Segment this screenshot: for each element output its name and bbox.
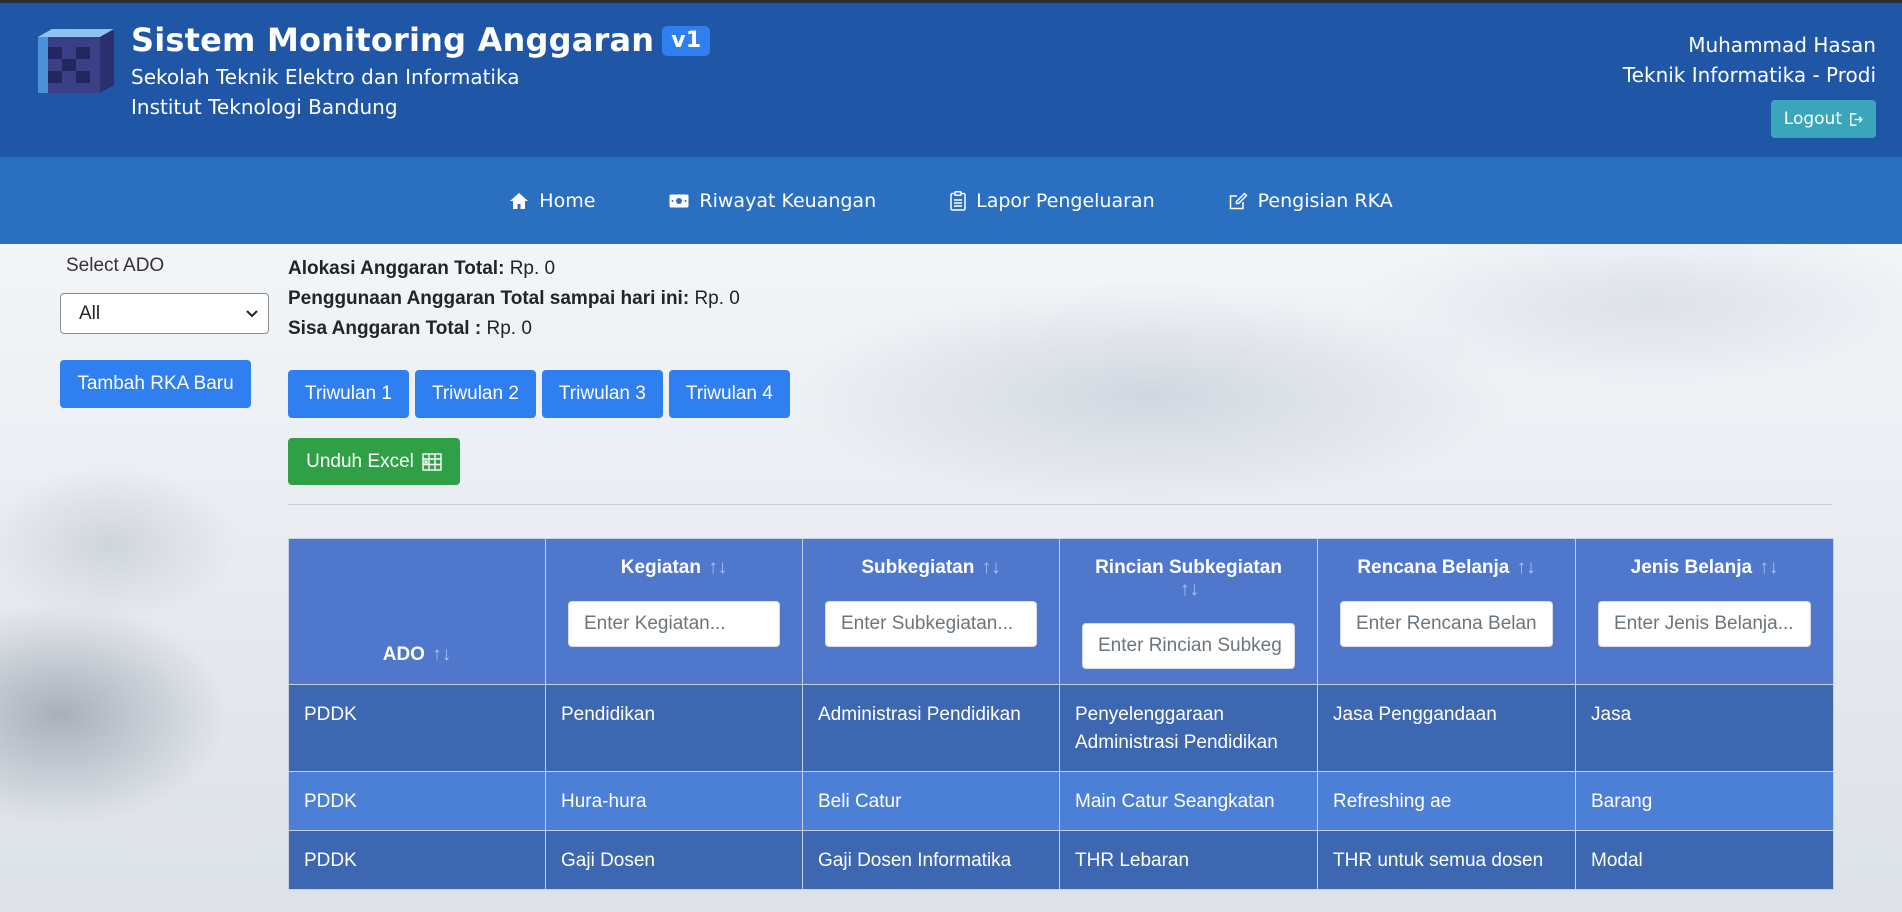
cell-kegiatan: Gaji Dosen: [545, 830, 803, 890]
filter-subkegiatan-input[interactable]: Enter Subkegiatan...: [825, 601, 1037, 647]
cell-jenis-belanja: Barang: [1575, 771, 1834, 831]
sort-icon: ↑↓: [1180, 579, 1199, 600]
logout-icon: [1850, 112, 1863, 126]
cell-subkegiatan: Beli Catur: [802, 771, 1060, 831]
sort-icon: ↑↓: [1516, 557, 1536, 578]
cell-rencana-belanja: Jasa Penggandaan: [1317, 684, 1576, 772]
app-header: Sistem Monitoring Anggaran v1 Sekolah Tek…: [0, 3, 1902, 157]
filter-jenis-belanja-input[interactable]: Enter Jenis Belanja...: [1598, 601, 1811, 647]
select-ado-value: All: [79, 302, 101, 324]
main-nav: Home Riwayat Keuangan Lapor Pengeluaran …: [0, 157, 1902, 244]
cell-jenis-belanja: Jasa: [1575, 684, 1834, 772]
app-title: Sistem Monitoring Anggaran v1: [131, 21, 711, 59]
user-name: Muhammad Hasan: [1688, 33, 1876, 57]
school-name: Sekolah Teknik Elektro dan Informatika: [131, 65, 520, 89]
cell-rincian-subkegiatan: Penyelenggaraan Administrasi Pendidikan: [1059, 684, 1318, 772]
cell-rincian-subkegiatan: Main Catur Seangkatan: [1059, 771, 1318, 831]
edit-icon: [1229, 191, 1248, 209]
version-badge: v1: [662, 26, 711, 56]
nav-riwayat-keuangan[interactable]: Riwayat Keuangan: [669, 190, 876, 212]
clipboard-icon: [950, 190, 966, 211]
sort-icon: ↑↓: [708, 557, 728, 578]
col-header-subkegiatan[interactable]: Subkegiatan ↑↓ Enter Subkegiatan...: [802, 538, 1060, 685]
logout-label: Logout: [1783, 109, 1842, 129]
cell-subkegiatan: Gaji Dosen Informatika: [802, 830, 1060, 890]
table-row[interactable]: PDDK Hura-hura Beli Catur Main Catur Sea…: [288, 771, 1834, 831]
money-icon: [669, 194, 689, 207]
triwulan-3-button[interactable]: Triwulan 3: [541, 370, 663, 418]
unduh-excel-button[interactable]: Unduh Excel: [288, 438, 460, 485]
summary-penggunaan: Penggunaan Anggaran Total sampai hari in…: [288, 288, 740, 309]
triwulan-1-button[interactable]: Triwulan 1: [288, 370, 409, 418]
triwulan-tabs: Triwulan 1 Triwulan 2 Triwulan 3 Triwula…: [288, 370, 790, 418]
cell-subkegiatan: Administrasi Pendidikan: [802, 684, 1060, 772]
nav-lapor-pengeluaran[interactable]: Lapor Pengeluaran: [950, 190, 1155, 212]
sort-icon: ↑↓: [981, 557, 1001, 578]
logout-button[interactable]: Logout: [1770, 100, 1876, 138]
filter-kegiatan-input[interactable]: Enter Kegiatan...: [568, 601, 780, 647]
triwulan-4-button[interactable]: Triwulan 4: [668, 370, 790, 418]
divider: [288, 504, 1832, 505]
user-unit: Teknik Informatika - Prodi: [1622, 63, 1876, 87]
col-header-ado[interactable]: ADO ↑↓: [288, 538, 546, 685]
home-icon: [510, 192, 529, 209]
col-header-rincian-subkegiatan[interactable]: Rincian Subkegiatan ↑↓ Enter Rincian Sub…: [1059, 538, 1318, 685]
summary-alokasi: Alokasi Anggaran Total: Rp. 0: [288, 258, 556, 279]
sort-icon: ↑↓: [432, 644, 452, 665]
nav-pengisian-rka[interactable]: Pengisian RKA: [1229, 190, 1393, 212]
col-header-jenis-belanja[interactable]: Jenis Belanja ↑↓ Enter Jenis Belanja...: [1575, 538, 1834, 685]
app-logo: [38, 29, 114, 93]
select-ado-dropdown[interactable]: All: [60, 293, 269, 334]
excel-icon: [422, 452, 442, 471]
cell-rincian-subkegiatan: THR Lebaran: [1059, 830, 1318, 890]
summary-sisa: Sisa Anggaran Total : Rp. 0: [288, 318, 532, 339]
chevron-down-icon: [246, 309, 258, 317]
sort-icon: ↑↓: [1759, 557, 1779, 578]
cell-ado: PDDK: [288, 771, 546, 831]
col-header-rencana-belanja[interactable]: Rencana Belanja ↑↓ Enter Rencana Belan: [1317, 538, 1576, 685]
select-ado-label: Select ADO: [66, 255, 165, 276]
rka-table: ADO ↑↓ Kegiatan ↑↓ Enter Kegiatan... Sub…: [288, 538, 1834, 890]
filter-rincian-subkegiatan-input[interactable]: Enter Rincian Subkeg: [1082, 623, 1295, 669]
cell-kegiatan: Hura-hura: [545, 771, 803, 831]
cell-ado: PDDK: [288, 684, 546, 772]
cell-jenis-belanja: Modal: [1575, 830, 1834, 890]
col-header-kegiatan[interactable]: Kegiatan ↑↓ Enter Kegiatan...: [545, 538, 803, 685]
cell-rencana-belanja: Refreshing ae: [1317, 771, 1576, 831]
filter-rencana-belanja-input[interactable]: Enter Rencana Belan: [1340, 601, 1553, 647]
tambah-rka-button[interactable]: Tambah RKA Baru: [60, 360, 251, 408]
institute-name: Institut Teknologi Bandung: [131, 95, 398, 119]
triwulan-2-button[interactable]: Triwulan 2: [414, 370, 536, 418]
nav-home[interactable]: Home: [509, 190, 595, 212]
table-header-row: ADO ↑↓ Kegiatan ↑↓ Enter Kegiatan... Sub…: [288, 538, 1834, 685]
table-row[interactable]: PDDK Gaji Dosen Gaji Dosen Informatika T…: [288, 830, 1834, 890]
table-row[interactable]: PDDK Pendidikan Administrasi Pendidikan …: [288, 684, 1834, 772]
cell-rencana-belanja: THR untuk semua dosen: [1317, 830, 1576, 890]
unduh-excel-label: Unduh Excel: [306, 450, 414, 472]
cell-kegiatan: Pendidikan: [545, 684, 803, 772]
cell-ado: PDDK: [288, 830, 546, 890]
